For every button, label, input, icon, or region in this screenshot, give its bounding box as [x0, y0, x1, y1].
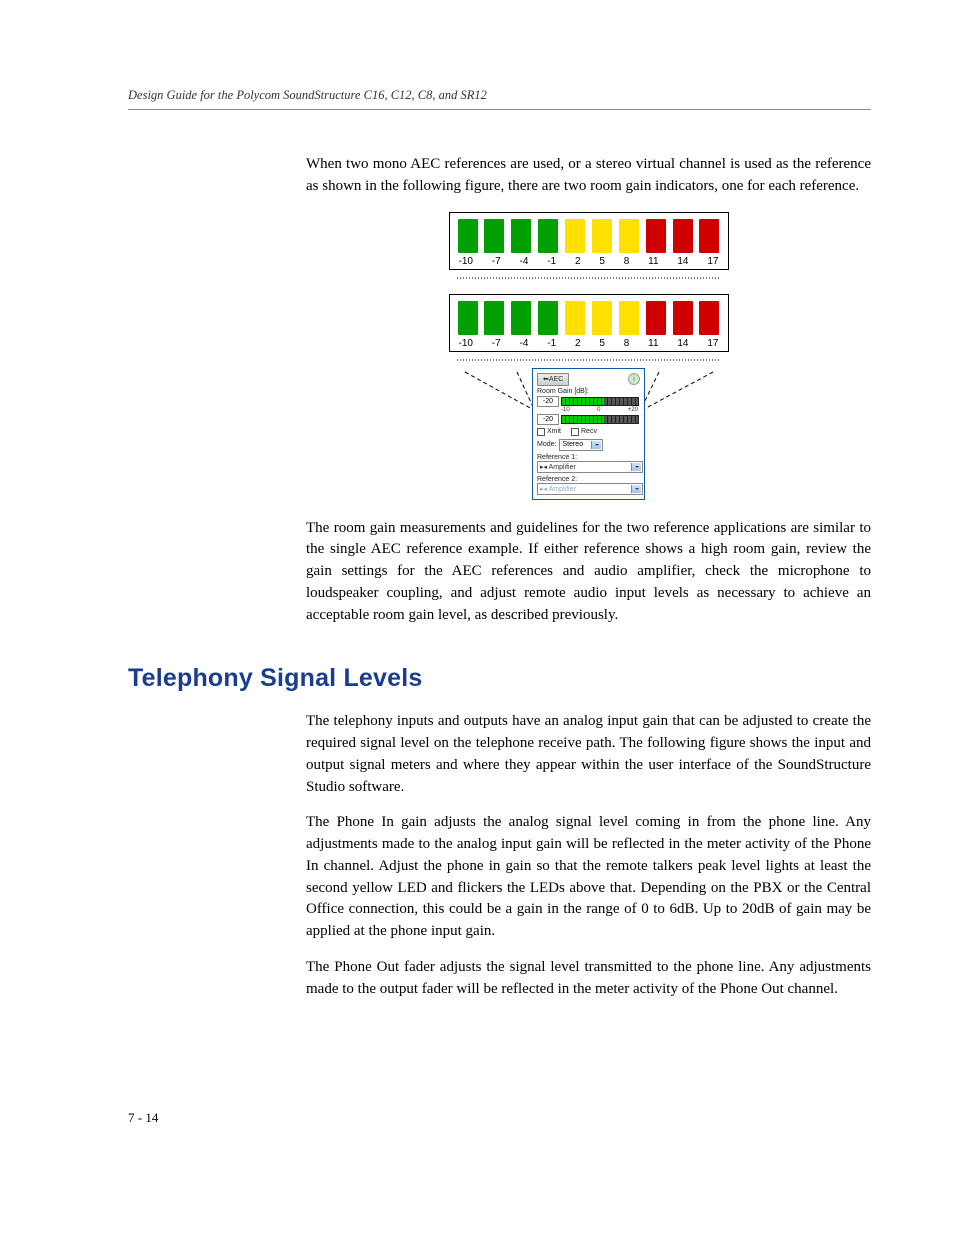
meter-tick: 17 [707, 338, 718, 349]
meter-bar [538, 301, 558, 335]
paragraph-telephony-1: The telephony inputs and outputs have an… [306, 711, 871, 798]
paragraph-intro: When two mono AEC references are used, o… [306, 154, 871, 198]
meter-bar [592, 219, 612, 253]
meter-bar [484, 301, 504, 335]
paragraph-telephony-2: The Phone In gain adjusts the analog sig… [306, 812, 871, 943]
gain-2-meter [561, 415, 639, 424]
meter-1-slider[interactable] [449, 272, 729, 284]
recv-label: Recv [581, 428, 597, 435]
meter-tick: 14 [677, 256, 688, 267]
room-gain-label: Room Gain [dB]: [537, 388, 640, 395]
meter-tick: -7 [492, 256, 501, 267]
meter-bar [484, 219, 504, 253]
meter-tick: -7 [492, 338, 501, 349]
gain-1-value[interactable]: -20 [537, 396, 559, 407]
meter-tick: 8 [624, 256, 630, 267]
reference-2-select[interactable]: ▸◂ Amplifier [537, 483, 643, 495]
meter-tick: -10 [459, 338, 473, 349]
aec-panel: ⬅ AEC i Room Gain [dB]: -20 -10 0 +20 - [532, 368, 645, 500]
figure-room-gain: -10 -7 -4 -1 2 5 8 11 14 17 -10 -7 -4 -1 2 5 8 11 14 17 [306, 212, 871, 500]
running-header: Design Guide for the Polycom SoundStruct… [128, 88, 871, 103]
reference-1-label: Reference 1: [537, 454, 640, 461]
room-gain-meter-1: -10 -7 -4 -1 2 5 8 11 14 17 [449, 212, 729, 270]
gain-scale: -10 0 +20 [559, 407, 640, 413]
meter-tick: 2 [575, 338, 581, 349]
meter-bar [699, 301, 719, 335]
meter-tick: -4 [520, 256, 529, 267]
meter-bar [619, 301, 639, 335]
meter-bar [673, 301, 693, 335]
meter-bar [538, 219, 558, 253]
meter-tick: 14 [677, 338, 688, 349]
info-icon[interactable]: i [628, 373, 640, 385]
section-heading-telephony: Telephony Signal Levels [128, 664, 871, 693]
meter-bar [458, 219, 478, 253]
meter-bar [673, 219, 693, 253]
mode-select[interactable]: Stereo [559, 439, 603, 451]
reference-1-select[interactable]: ▸◂ Amplifier [537, 461, 643, 473]
reference-2-label: Reference 2: [537, 476, 640, 483]
meter-tick: 5 [599, 338, 605, 349]
recv-checkbox[interactable] [571, 428, 579, 436]
xmit-label: Xmit [547, 428, 561, 435]
meter-bar [458, 301, 478, 335]
meter-bar [646, 301, 666, 335]
meter-tick: 11 [648, 256, 658, 267]
meter-2-slider[interactable] [449, 354, 729, 366]
meter-tick: -1 [547, 256, 556, 267]
meter-tick: -1 [547, 338, 556, 349]
meter-bar [565, 301, 585, 335]
mode-label: Mode: [537, 441, 556, 448]
header-rule [128, 109, 871, 110]
xmit-checkbox[interactable] [537, 428, 545, 436]
aec-toggle-button[interactable]: ⬅ AEC [537, 373, 569, 386]
meter-bar [592, 301, 612, 335]
meter-tick: 17 [707, 256, 718, 267]
paragraph-guidelines: The room gain measurements and guideline… [306, 518, 871, 627]
meter-bar [511, 301, 531, 335]
meter-bar [511, 219, 531, 253]
room-gain-meter-2: -10 -7 -4 -1 2 5 8 11 14 17 [449, 294, 729, 352]
meter-tick: 5 [599, 256, 605, 267]
meter-bar [646, 219, 666, 253]
meter-bar [699, 219, 719, 253]
meter-tick: 8 [624, 338, 630, 349]
gain-2-value[interactable]: -20 [537, 414, 559, 425]
meter-bar [565, 219, 585, 253]
aec-label: AEC [549, 376, 563, 383]
paragraph-telephony-3: The Phone Out fader adjusts the signal l… [306, 957, 871, 1001]
page-number: 7 - 14 [128, 1110, 871, 1126]
meter-tick: 11 [648, 338, 658, 349]
meter-tick: -4 [520, 338, 529, 349]
gain-1-meter [561, 397, 639, 406]
meter-tick: 2 [575, 256, 581, 267]
meter-bar [619, 219, 639, 253]
meter-tick: -10 [459, 256, 473, 267]
